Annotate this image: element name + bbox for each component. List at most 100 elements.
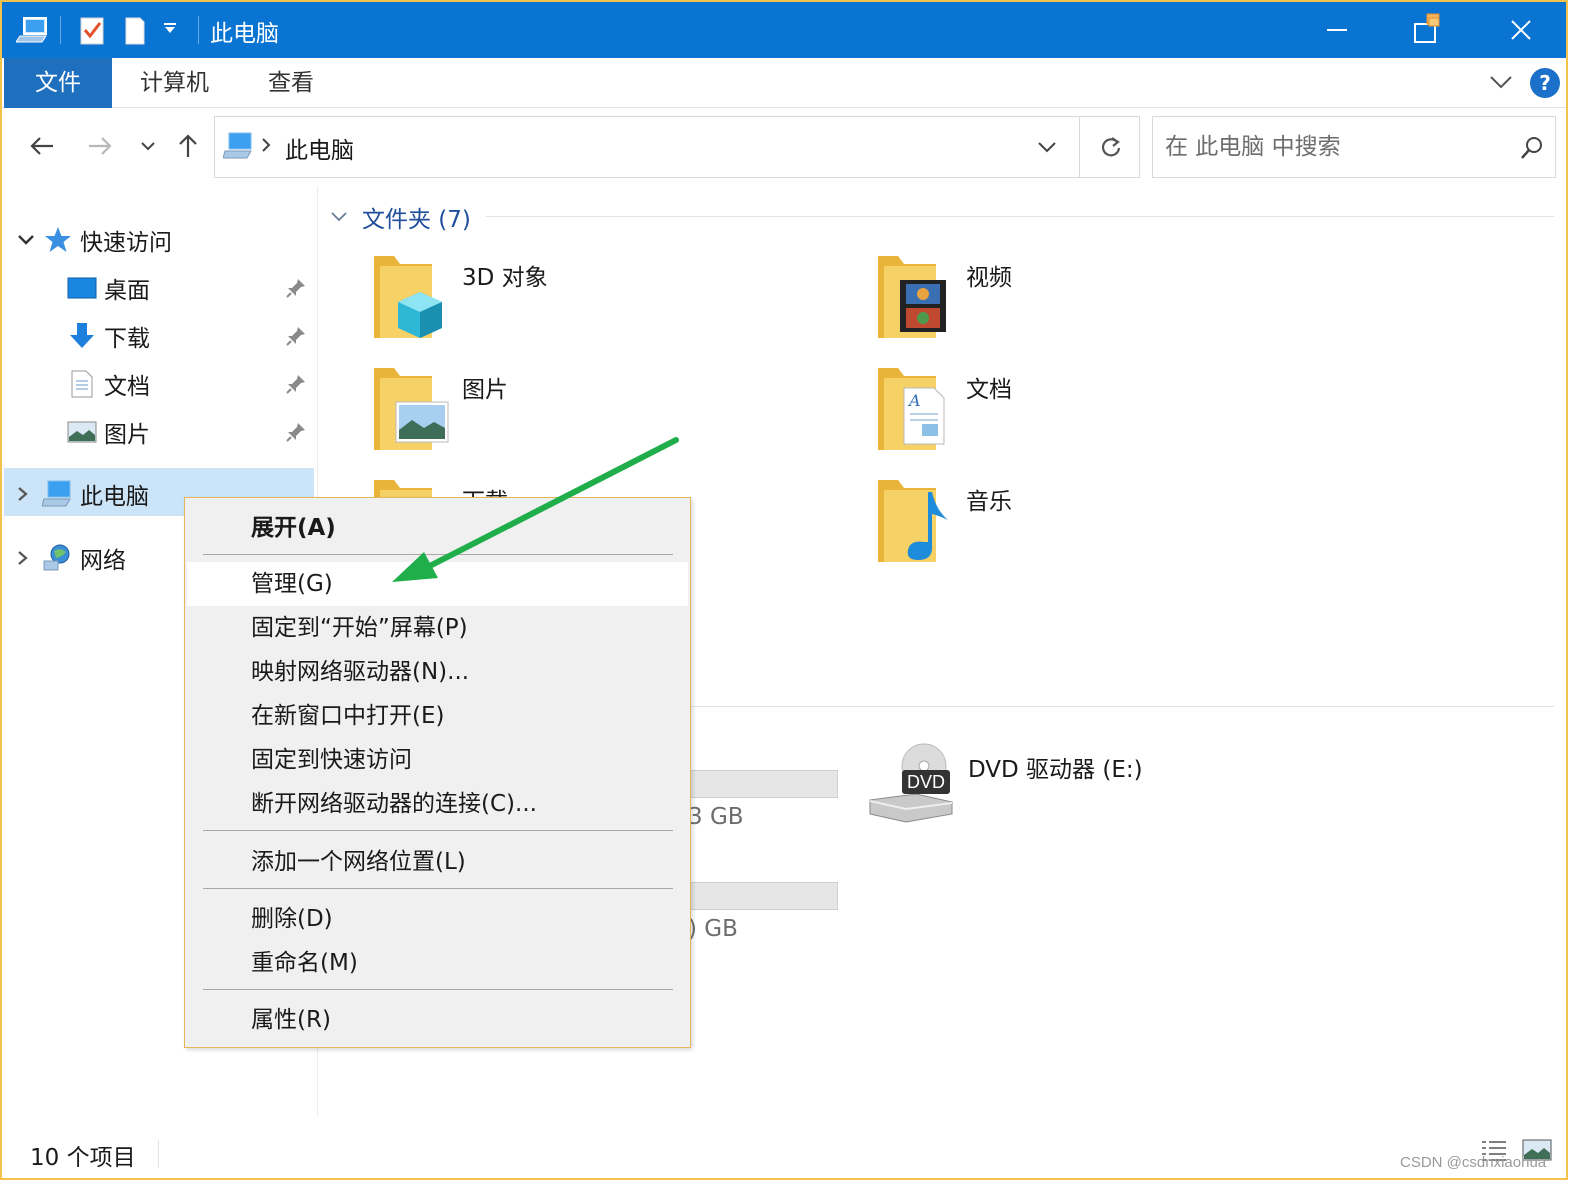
address-dropdown-icon[interactable] xyxy=(1037,139,1057,158)
3d-objects-folder-icon xyxy=(372,252,456,342)
pin-icon[interactable] xyxy=(284,372,308,396)
folder-label: 文档 xyxy=(966,377,1012,403)
tab-computer[interactable]: 计算机 xyxy=(140,58,209,108)
quick-access-item[interactable]: 快速访问 xyxy=(16,218,172,262)
menu-separator xyxy=(203,830,673,831)
pin-icon[interactable] xyxy=(284,420,308,444)
search-icon[interactable] xyxy=(1519,135,1545,165)
drive-capacity-bar xyxy=(690,882,838,910)
sidebar-item-pictures[interactable]: 图片 xyxy=(66,410,150,454)
svg-text:A: A xyxy=(907,391,921,410)
sidebar-item-label: 文档 xyxy=(104,374,150,400)
folder-label: 音乐 xyxy=(966,489,1012,515)
recent-locations-button[interactable] xyxy=(132,130,164,162)
sidebar-item-downloads[interactable]: 下载 xyxy=(66,314,150,358)
divider xyxy=(60,16,61,44)
chevron-down-icon[interactable] xyxy=(330,211,348,223)
drive-capacity-bar xyxy=(690,770,838,798)
sidebar-item-label: 桌面 xyxy=(104,278,150,304)
menu-item-rename[interactable]: 重命名(M) xyxy=(187,941,688,985)
desktop-icon xyxy=(66,272,98,304)
address-bar[interactable]: 此电脑 xyxy=(214,116,1140,178)
sidebar-item-documents[interactable]: 文档 xyxy=(66,362,150,406)
forward-button[interactable] xyxy=(84,130,116,162)
expand-ribbon-icon[interactable] xyxy=(1488,72,1514,96)
chevron-right-icon[interactable] xyxy=(16,485,42,503)
new-folder-icon[interactable] xyxy=(122,14,148,50)
maximize-button[interactable] xyxy=(1382,2,1472,58)
documents-folder-icon: A xyxy=(876,364,960,454)
document-icon xyxy=(66,368,98,400)
divider xyxy=(158,1140,159,1168)
sidebar-item-desktop[interactable]: 桌面 xyxy=(66,266,150,310)
pin-icon[interactable] xyxy=(284,324,308,348)
divider xyxy=(680,706,1554,707)
menu-item-pin-to-start[interactable]: 固定到“开始”屏幕(P) xyxy=(187,606,688,650)
menu-item-expand[interactable]: 展开(A) xyxy=(187,506,688,550)
item-count: 10 个项目 xyxy=(30,1145,136,1171)
sidebar-item-label: 下载 xyxy=(104,326,150,352)
menu-item-properties[interactable]: 属性(R) xyxy=(187,998,688,1042)
sidebar-item-this-pc[interactable]: 此电脑 xyxy=(16,472,149,516)
menu-item-manage[interactable]: 管理(G) xyxy=(187,562,688,606)
tab-file[interactable]: 文件 xyxy=(4,58,112,108)
folders-group-title: 文件夹 (7) xyxy=(362,207,471,233)
menu-item-delete[interactable]: 删除(D) xyxy=(187,897,688,941)
download-icon xyxy=(66,320,98,352)
folders-group-header[interactable]: 文件夹 (7) xyxy=(330,200,471,234)
menu-item-open-new-window[interactable]: 在新窗口中打开(E) xyxy=(187,694,688,738)
close-button[interactable] xyxy=(1476,2,1566,58)
search-input[interactable] xyxy=(1165,129,1505,165)
tab-view[interactable]: 查看 xyxy=(268,58,314,108)
pictures-folder-icon xyxy=(372,364,456,454)
music-folder-icon xyxy=(876,476,960,566)
chevron-down-icon[interactable] xyxy=(16,233,42,247)
watermark-text: CSDN @csdnxiaohua xyxy=(1400,1154,1547,1171)
folder-label: 3D 对象 xyxy=(462,265,548,291)
window-title: 此电脑 xyxy=(210,21,279,47)
sidebar-item-label: 图片 xyxy=(104,422,150,448)
chevron-right-icon[interactable] xyxy=(16,549,42,567)
chevron-right-icon[interactable] xyxy=(261,137,271,157)
star-icon xyxy=(42,224,74,256)
folder-videos[interactable]: 视频 xyxy=(876,252,1336,348)
chevron-down-icon[interactable] xyxy=(162,20,178,39)
sidebar-item-label: 快速访问 xyxy=(80,230,172,256)
back-button[interactable] xyxy=(26,130,58,162)
menu-item-map-network-drive[interactable]: 映射网络驱动器(N)... xyxy=(187,650,688,694)
dvd-badge: DVD xyxy=(907,772,945,792)
search-box[interactable] xyxy=(1152,116,1556,178)
drive-size-text: ) GB xyxy=(688,916,738,942)
network-icon xyxy=(42,542,74,574)
navigation-bar: 此电脑 xyxy=(2,108,1566,186)
folder-label: 图片 xyxy=(462,377,508,403)
dvd-drive-icon[interactable]: DVD xyxy=(866,742,956,830)
divider xyxy=(486,216,1554,217)
menu-item-disconnect-network-drive[interactable]: 断开网络驱动器的连接(C)... xyxy=(187,782,688,826)
status-bar: 10 个项目 CSDN @csdnxiaohua xyxy=(2,1126,1566,1178)
folder-pictures[interactable]: 图片 xyxy=(372,364,832,460)
video-folder-icon xyxy=(876,252,960,342)
up-button[interactable] xyxy=(172,130,204,162)
folder-3d-objects[interactable]: 3D 对象 xyxy=(372,252,832,348)
menu-separator xyxy=(203,888,673,889)
computer-icon[interactable] xyxy=(15,14,50,50)
minimize-button[interactable] xyxy=(1292,2,1382,58)
help-button[interactable]: ? xyxy=(1530,68,1560,98)
properties-icon[interactable] xyxy=(78,14,106,50)
folder-documents[interactable]: A 文档 xyxy=(876,364,1336,460)
refresh-button[interactable] xyxy=(1079,117,1141,177)
dvd-drive-label[interactable]: DVD 驱动器 (E:) xyxy=(968,750,1143,784)
folder-music[interactable]: 音乐 xyxy=(876,476,1336,572)
menu-item-add-network-location[interactable]: 添加一个网络位置(L) xyxy=(187,840,688,884)
ribbon: 文件 计算机 查看 ? xyxy=(2,58,1566,108)
address-text[interactable]: 此电脑 xyxy=(285,131,354,165)
computer-icon xyxy=(222,131,255,165)
menu-separator xyxy=(203,989,673,990)
sidebar-item-network[interactable]: 网络 xyxy=(16,536,126,580)
pin-icon[interactable] xyxy=(284,276,308,300)
title-bar: 此电脑 xyxy=(2,2,1566,58)
picture-icon xyxy=(66,416,98,448)
drive-size-text: 3 GB xyxy=(688,804,744,830)
menu-item-pin-quick-access[interactable]: 固定到快速访问 xyxy=(187,738,688,782)
